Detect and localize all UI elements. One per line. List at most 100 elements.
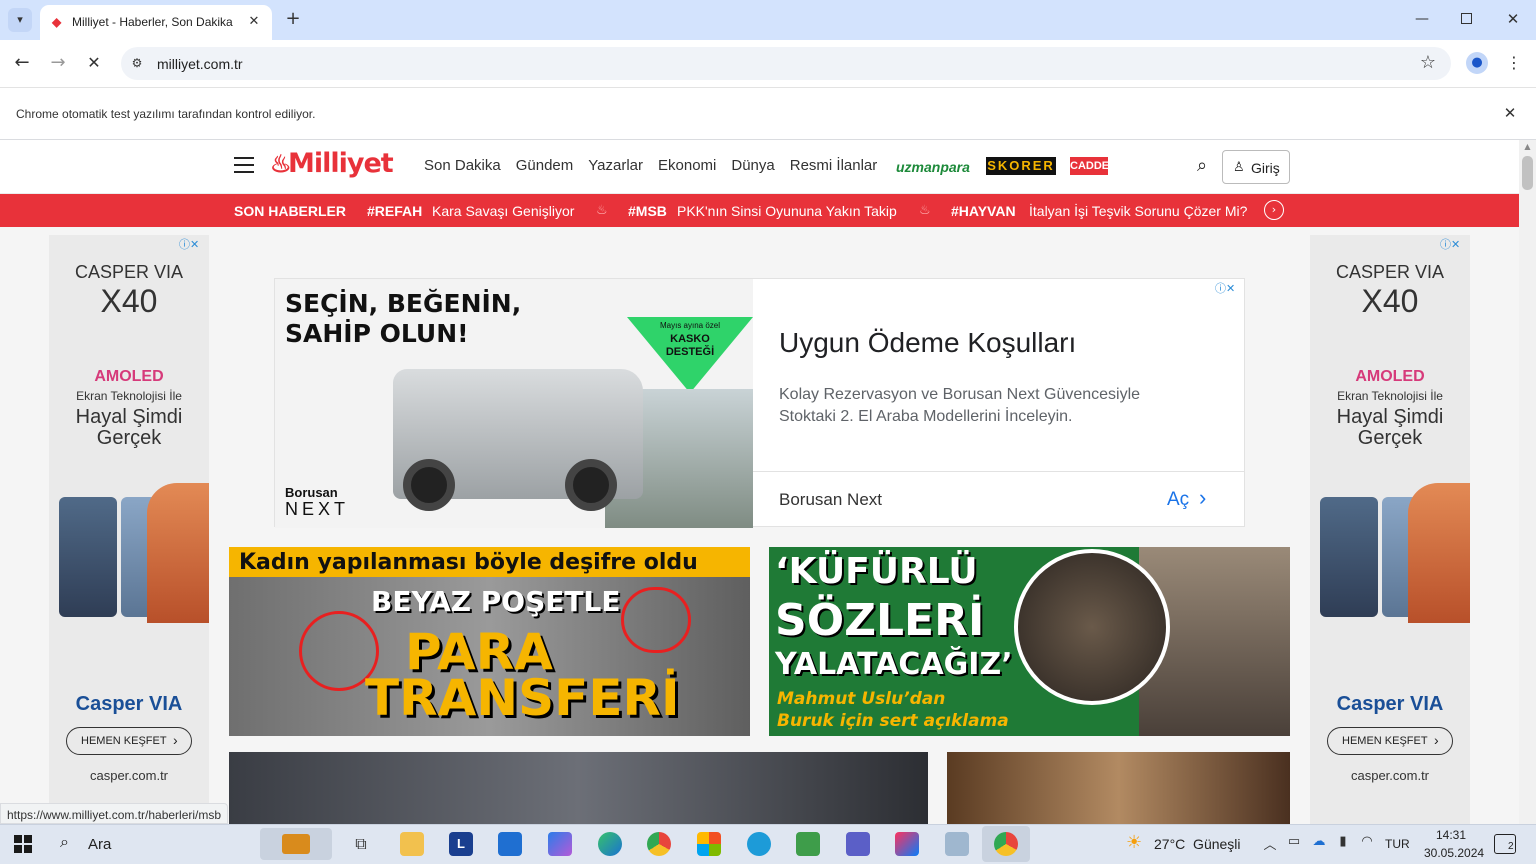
scrollbar-thumb[interactable] <box>1522 156 1533 190</box>
news-card-3[interactable] <box>229 752 928 824</box>
phone-model: X40 <box>1361 283 1419 319</box>
weather-sun-icon: ☀ <box>1126 832 1143 852</box>
windows-start-icon[interactable] <box>14 835 32 853</box>
menu-kebab-icon[interactable]: ⋮ <box>1504 52 1524 74</box>
page-scrollbar[interactable]: ▲ <box>1519 140 1536 824</box>
casper-brand-bottom: Casper VIA <box>1336 693 1444 715</box>
left-side-ad[interactable]: ⓘ✕ CASPER VIA X40 AMOLED Ekran Teknoloji… <box>49 235 209 825</box>
casper-brand-top: CASPER VIA <box>1335 262 1445 282</box>
back-icon[interactable]: ← <box>10 52 34 74</box>
adchoices-icon[interactable]: ⓘ✕ <box>1215 280 1235 296</box>
skorer-logo[interactable]: SKORER <box>986 157 1056 175</box>
hamburger-menu-icon[interactable] <box>234 157 254 173</box>
nav-yazarlar[interactable]: Yazarlar <box>588 157 643 174</box>
chrome-active-icon[interactable] <box>982 826 1030 862</box>
stop-loading-icon[interactable]: ✕ <box>82 52 106 74</box>
language-indicator[interactable]: TUR <box>1385 837 1410 851</box>
store-icon[interactable] <box>697 832 721 856</box>
search-icon[interactable]: ⌕ <box>1190 154 1214 178</box>
nav-dunya[interactable]: Dünya <box>731 157 774 174</box>
l-app-icon[interactable]: L <box>449 832 473 856</box>
teams-icon[interactable] <box>846 832 870 856</box>
clock-date[interactable]: 30.05.2024 <box>1424 846 1484 860</box>
breaking-next-icon[interactable]: › <box>1264 200 1284 220</box>
flame-separator-icon: ♨ <box>919 202 931 217</box>
minimize-icon[interactable]: — <box>1410 8 1434 30</box>
news-card-2[interactable]: ‘KÜFÜRLÜ SÖZLERİ YALATACAĞIZ’ Mahmut Usl… <box>769 547 1290 736</box>
casper-brand-bottom: Casper VIA <box>75 693 183 715</box>
browser-tab[interactable]: ◆ Milliyet - Haberler, Son Dakika ✕ <box>40 5 272 40</box>
address-bar[interactable]: ⚙ milliyet.com.tr ☆ <box>121 47 1451 80</box>
forward-icon[interactable]: → <box>46 52 70 74</box>
news-1-mid: BEYAZ POŞETLE <box>371 585 621 618</box>
discover-label: HEMEN KEŞFET <box>81 735 167 747</box>
bookmark-star-icon[interactable]: ☆ <box>1417 52 1439 74</box>
center-ad[interactable]: SEÇİN, BEĞENİN, SAHİP OLUN! Mayıs ayına … <box>274 278 1245 528</box>
skype-icon[interactable] <box>747 832 771 856</box>
right-side-ad[interactable]: ⓘ✕ CASPER VIA X40 AMOLED Ekran Teknoloji… <box>1310 235 1470 825</box>
close-window-icon[interactable]: ✕ <box>1502 8 1524 30</box>
discover-button[interactable]: HEMEN KEŞFET › <box>1327 727 1453 755</box>
adchoices-icon[interactable]: ⓘ✕ <box>179 236 199 252</box>
task-view-icon[interactable]: ⧉ <box>350 833 372 855</box>
clock-time[interactable]: 14:31 <box>1436 828 1466 842</box>
tray-device-icon[interactable]: ▭ <box>1286 834 1302 849</box>
news-card-1[interactable]: Kadın yapılanması böyle deşifre oldu BEY… <box>229 547 750 736</box>
site-logo[interactable]: Milliyet <box>288 148 394 179</box>
login-button[interactable]: ♙ Giriş <box>1222 150 1290 184</box>
notes-icon[interactable] <box>945 832 969 856</box>
intellij-icon[interactable] <box>895 832 919 856</box>
nav-resmi-ilanlar[interactable]: Resmi İlanlar <box>790 157 878 174</box>
breaking-tag-3[interactable]: #HAYVAN <box>951 203 1016 219</box>
restore-icon[interactable] <box>1461 13 1472 24</box>
chrome-icon[interactable] <box>647 832 671 856</box>
news-1-top: Kadın yapılanması böyle deşifre oldu <box>239 550 698 575</box>
tab-search-button[interactable]: ▾ <box>8 8 32 32</box>
breaking-text-1[interactable]: Kara Savaşı Genişliyor <box>432 203 574 219</box>
site-info-icon[interactable]: ⚙ <box>127 53 147 73</box>
weather-text[interactable]: 27°C Güneşli <box>1154 836 1241 852</box>
breaking-text-2[interactable]: PKK'nın Sinsi Oyununa Yakın Takip <box>677 203 897 219</box>
ad-open-button[interactable]: Aç <box>1167 489 1189 511</box>
badge-line-2: DESTEĞİ <box>665 346 715 358</box>
car-wheel <box>403 459 455 511</box>
copilot-icon[interactable] <box>548 832 572 856</box>
highlight-circle <box>621 587 691 653</box>
ad-slogan-2: SAHİP OLUN! <box>285 319 469 348</box>
notification-center-icon[interactable]: 2 <box>1494 834 1516 854</box>
nav-ekonomi[interactable]: Ekonomi <box>658 157 716 174</box>
adchoices-icon[interactable]: ⓘ✕ <box>1440 236 1460 252</box>
model-photo <box>147 483 209 623</box>
briefcase-app-icon[interactable] <box>260 828 332 860</box>
ad-slogan-1: SEÇİN, BEĞENİN, <box>285 289 522 318</box>
close-tab-icon[interactable]: ✕ <box>244 12 264 32</box>
cadde-logo[interactable]: CADDE <box>1070 157 1109 175</box>
ad-advertiser: Borusan Next <box>779 490 882 509</box>
notepad-icon[interactable] <box>796 832 820 856</box>
nav-son-dakika[interactable]: Son Dakika <box>424 157 501 174</box>
taskbar-search[interactable]: ⌕ Ara <box>48 826 248 862</box>
wifi-icon[interactable]: ◠ <box>1358 834 1376 849</box>
breaking-text-3[interactable]: İtalyan İşi Teşvik Sorunu Çözer Mi? <box>1029 203 1247 219</box>
infobar-close-icon[interactable]: ✕ <box>1500 103 1520 123</box>
onedrive-icon[interactable]: ☁ <box>1310 834 1328 849</box>
breaking-tag-2[interactable]: #MSB <box>628 203 667 219</box>
discover-button[interactable]: HEMEN KEŞFET › <box>66 727 192 755</box>
edge-icon[interactable] <box>598 832 622 856</box>
ad-description: Kolay Rezervasyon ve Borusan Next Güvenc… <box>779 386 1141 425</box>
file-explorer-icon[interactable] <box>400 832 424 856</box>
new-tab-button[interactable]: + <box>282 8 304 30</box>
magnifier-icon: ⌕ <box>60 834 69 851</box>
ad-line-2: Hayal Şimdi <box>75 406 183 428</box>
mail-icon[interactable] <box>498 832 522 856</box>
scroll-up-icon[interactable]: ▲ <box>1519 142 1536 154</box>
news-card-4[interactable] <box>947 752 1290 824</box>
url-text[interactable]: milliyet.com.tr <box>157 56 243 72</box>
profile-avatar[interactable]: ● <box>1466 52 1488 74</box>
ad-title[interactable]: Uygun Ödeme Koşulları <box>779 327 1076 359</box>
tray-chevron-icon[interactable]: ︿ <box>1262 834 1278 853</box>
nav-gundem[interactable]: Gündem <box>516 157 574 174</box>
battery-icon[interactable]: ▮ <box>1334 834 1352 849</box>
breaking-tag-1[interactable]: #REFAH <box>367 203 422 219</box>
uzmanpara-logo[interactable]: uzmanpara <box>896 159 970 175</box>
